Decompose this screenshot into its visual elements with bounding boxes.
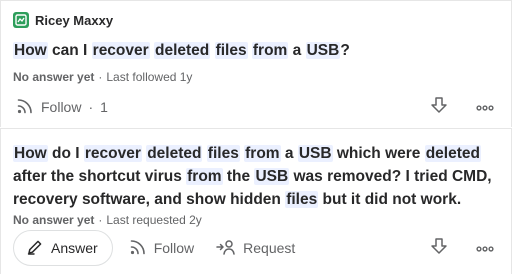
answer-status: No answer yet (13, 70, 95, 84)
follow-icon (16, 97, 34, 118)
search-term-highlight: deleted (146, 145, 203, 162)
follow-icon (129, 238, 147, 259)
follow-button[interactable]: Follow · 1 (16, 90, 108, 124)
request-person-icon (216, 238, 236, 259)
meta-separator: · (98, 213, 103, 227)
more-horizontal-icon (476, 239, 494, 257)
search-term-highlight: files (206, 145, 240, 162)
search-term-highlight: files (214, 42, 248, 59)
source-name[interactable]: Ricey Maxxy (35, 13, 113, 28)
question-card: Ricey Maxxy How can I recover deleted fi… (0, 0, 512, 127)
last-activity: Last followed 1y (106, 70, 193, 84)
search-term-highlight: files (285, 191, 319, 208)
search-term-highlight: deleted (424, 145, 481, 162)
question-text: ? (340, 42, 350, 59)
request-label: Request (243, 240, 296, 256)
follow-button[interactable]: Follow (129, 231, 194, 265)
search-term-highlight: recover (91, 42, 150, 59)
search-term-highlight: USB (254, 168, 290, 185)
more-horizontal-icon (476, 98, 494, 116)
space-logo-icon (13, 12, 29, 28)
follow-label: Follow (153, 240, 195, 256)
downvote-button[interactable] (427, 236, 451, 260)
answer-status: No answer yet (13, 213, 95, 227)
search-term-highlight: USB (305, 42, 341, 59)
action-bar: Answer Follow Request (13, 230, 497, 266)
last-activity: Last requested 2y (106, 213, 202, 227)
downvote-arrow-icon (430, 96, 448, 119)
more-options-button[interactable] (473, 95, 497, 119)
follow-label: Follow (41, 99, 82, 115)
question-text: but it did not work. (318, 191, 462, 208)
source-row[interactable]: Ricey Maxxy (13, 12, 113, 28)
more-options-button[interactable] (473, 236, 497, 260)
search-term-highlight: USB (297, 145, 333, 162)
question-text: can I (47, 42, 92, 59)
question-text: a (280, 145, 298, 162)
question-title[interactable]: How do I recover deleted files from a US… (13, 142, 497, 211)
question-text: do I (47, 145, 84, 162)
search-term-highlight: from (244, 145, 281, 162)
search-term-highlight: How (13, 42, 48, 59)
pencil-icon (26, 238, 44, 259)
request-button[interactable]: Request (216, 231, 295, 265)
answer-label: Answer (51, 240, 98, 256)
downvote-arrow-icon (430, 237, 448, 260)
follow-separator: · (88, 99, 94, 115)
meta-separator: · (98, 70, 103, 84)
question-text: after the shortcut virus (13, 168, 187, 185)
question-text (210, 42, 214, 59)
downvote-button[interactable] (427, 95, 451, 119)
search-term-highlight: from (251, 42, 289, 59)
follow-count: 1 (100, 99, 108, 115)
question-text: a (288, 42, 306, 59)
question-meta: No answer yet · Last followed 1y (13, 70, 192, 84)
question-title[interactable]: How can I recover deleted files from a U… (13, 39, 497, 62)
action-bar: Follow · 1 (13, 90, 497, 124)
search-term-highlight: from (186, 168, 223, 185)
search-term-highlight: deleted (153, 42, 211, 59)
question-card: How do I recover deleted files from a US… (0, 128, 512, 274)
question-text: which were (332, 145, 425, 162)
question-meta: No answer yet · Last requested 2y (13, 213, 202, 227)
answer-button[interactable]: Answer (13, 230, 113, 266)
question-text: the (222, 168, 255, 185)
search-term-highlight: How (13, 145, 48, 162)
search-term-highlight: recover (83, 145, 142, 162)
